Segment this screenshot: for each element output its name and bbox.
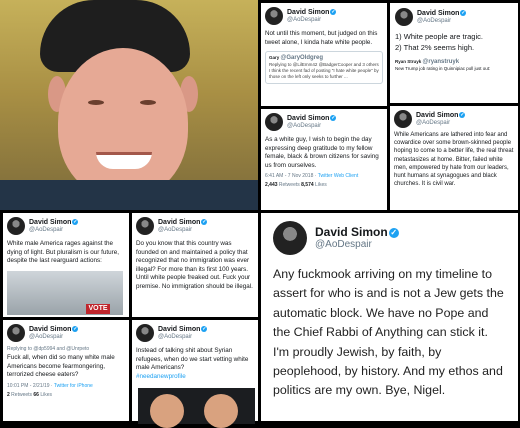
face-photo bbox=[150, 394, 184, 428]
author-handle: @AoDespair bbox=[315, 239, 372, 250]
eye bbox=[88, 100, 104, 105]
tweet-card-1[interactable]: David Simon ✓ @AoDespair Not until this m… bbox=[261, 3, 387, 106]
tweet-card-2[interactable]: David Simon ✓ @AoDespair 1) White people … bbox=[390, 3, 518, 103]
avatar[interactable] bbox=[273, 221, 307, 255]
author-name: David Simon bbox=[29, 218, 72, 226]
author-name: David Simon bbox=[158, 218, 201, 226]
tweet-photo-faces[interactable] bbox=[138, 388, 255, 428]
vote-sign: VOTE bbox=[86, 304, 110, 314]
quoted-tweet[interactable]: Ryan Struyk @ryanstruyk New Trump job ra… bbox=[395, 59, 513, 72]
avatar[interactable] bbox=[136, 217, 154, 235]
verified-icon: ✓ bbox=[72, 325, 79, 332]
quoted-text: New Trump job rating in Quinnipiac poll … bbox=[395, 66, 491, 71]
avatar[interactable] bbox=[265, 113, 283, 131]
author-handle: @AoDespair bbox=[287, 122, 322, 129]
tweet-timestamp: 10:01 PM - 2/21/19 bbox=[7, 382, 50, 389]
quoted-text: I think the recent fad of posting "I hat… bbox=[269, 68, 379, 80]
author-name: David Simon bbox=[417, 9, 460, 17]
verified-icon: ✓ bbox=[330, 8, 337, 15]
quoted-handle: @GaryOldgreg bbox=[280, 55, 324, 62]
tweet-text: Fuck all, when did so many white male Am… bbox=[7, 354, 115, 379]
retweet-count: 2 bbox=[7, 391, 10, 398]
author-name: David Simon bbox=[287, 114, 330, 122]
avatar[interactable] bbox=[136, 324, 154, 342]
quoted-handle: @ryanstruyk bbox=[422, 59, 460, 65]
author-name: David Simon bbox=[287, 8, 330, 16]
author-name: David Simon bbox=[416, 111, 459, 119]
verified-icon: ✓ bbox=[330, 114, 337, 121]
verified-icon: ✓ bbox=[72, 218, 79, 225]
tweet-text: As a white guy, I wish to begin the day … bbox=[265, 136, 379, 169]
avatar[interactable] bbox=[395, 8, 413, 26]
author-handle: @AoDespair bbox=[29, 333, 64, 340]
quoted-name: Ryan Struyk bbox=[395, 59, 422, 64]
tweet-text: While Americans are lathered into fear a… bbox=[394, 132, 514, 188]
verified-icon: ✓ bbox=[201, 218, 208, 225]
author-name: David Simon bbox=[158, 325, 201, 333]
tweet-line-1: 1) White people are tragic. bbox=[395, 32, 483, 41]
tweet-card-7[interactable]: David Simon ✓ @AoDespair Any fuckmook arr… bbox=[261, 213, 518, 421]
retweets-label: Retweets bbox=[278, 182, 300, 189]
author-handle: @AoDespair bbox=[158, 226, 193, 233]
shirt bbox=[0, 180, 258, 210]
likes-label: Likes bbox=[40, 391, 53, 398]
author-handle: @AoDespair bbox=[287, 16, 322, 23]
verified-icon: ✓ bbox=[201, 325, 208, 332]
author-handle: @AoDespair bbox=[417, 17, 452, 24]
author-name: David Simon bbox=[29, 325, 72, 333]
avatar[interactable] bbox=[7, 324, 25, 342]
mouth bbox=[96, 152, 152, 169]
tweet-card-6[interactable]: David Simon ✓ @AoDespair Do you know that… bbox=[132, 213, 258, 317]
tweet-text: Do you know that this country was founde… bbox=[136, 240, 253, 290]
face bbox=[58, 48, 188, 198]
author-handle: @AoDespair bbox=[158, 333, 193, 340]
profile-photo bbox=[0, 0, 258, 210]
reply-to[interactable]: Replying to @dp5994 and @Unrpeto bbox=[7, 346, 125, 352]
avatar[interactable] bbox=[265, 7, 283, 25]
tweet-card-3[interactable]: David Simon ✓ @AoDespair As a white guy, … bbox=[261, 109, 387, 210]
tweet-card-8[interactable]: David Simon ✓ @AoDespair Replying to @dp5… bbox=[3, 320, 129, 421]
likes-label: Likes bbox=[315, 182, 327, 189]
verified-icon: ✓ bbox=[388, 227, 399, 238]
tweet-client[interactable]: Twitter for iPhone bbox=[54, 383, 93, 389]
author-name: David Simon bbox=[315, 225, 388, 239]
retweets-label: Retweets bbox=[11, 391, 33, 398]
face-photo bbox=[204, 394, 238, 428]
like-count: 8,574 bbox=[301, 182, 314, 189]
tweet-timestamp: 6:41 AM - 7 Nov 2018 bbox=[265, 173, 314, 180]
tweet-text: Instead of talking shit about Syrian ref… bbox=[136, 347, 249, 372]
verified-icon: ✓ bbox=[459, 111, 466, 118]
quoted-tweet[interactable]: Gary @GaryOldgreg Replying to @LilEmm42 … bbox=[265, 51, 383, 85]
tweet-card-4[interactable]: David Simon ✓ @AoDespair While Americans … bbox=[390, 106, 518, 210]
tweet-text: White male America rages against the dyi… bbox=[7, 240, 119, 265]
tweet-text: Not until this moment, but judged on thi… bbox=[265, 30, 378, 46]
author-handle: @AoDespair bbox=[29, 226, 64, 233]
quoted-name: Gary bbox=[269, 55, 280, 61]
tweet-line-2: 2) That 2% seems high. bbox=[395, 43, 475, 52]
avatar[interactable] bbox=[7, 217, 25, 235]
retweet-count: 2,443 bbox=[265, 182, 278, 189]
like-count: 66 bbox=[33, 391, 39, 398]
eye bbox=[140, 100, 156, 105]
verified-icon: ✓ bbox=[460, 9, 467, 16]
hashtag-link[interactable]: #needanewprofile bbox=[136, 373, 254, 382]
author-handle: @AoDespair bbox=[416, 119, 451, 126]
avatar[interactable] bbox=[394, 110, 412, 128]
tweet-client[interactable]: Twitter Web Client bbox=[318, 173, 358, 179]
tweet-text: Any fuckmook arriving on my timeline to … bbox=[273, 267, 504, 398]
